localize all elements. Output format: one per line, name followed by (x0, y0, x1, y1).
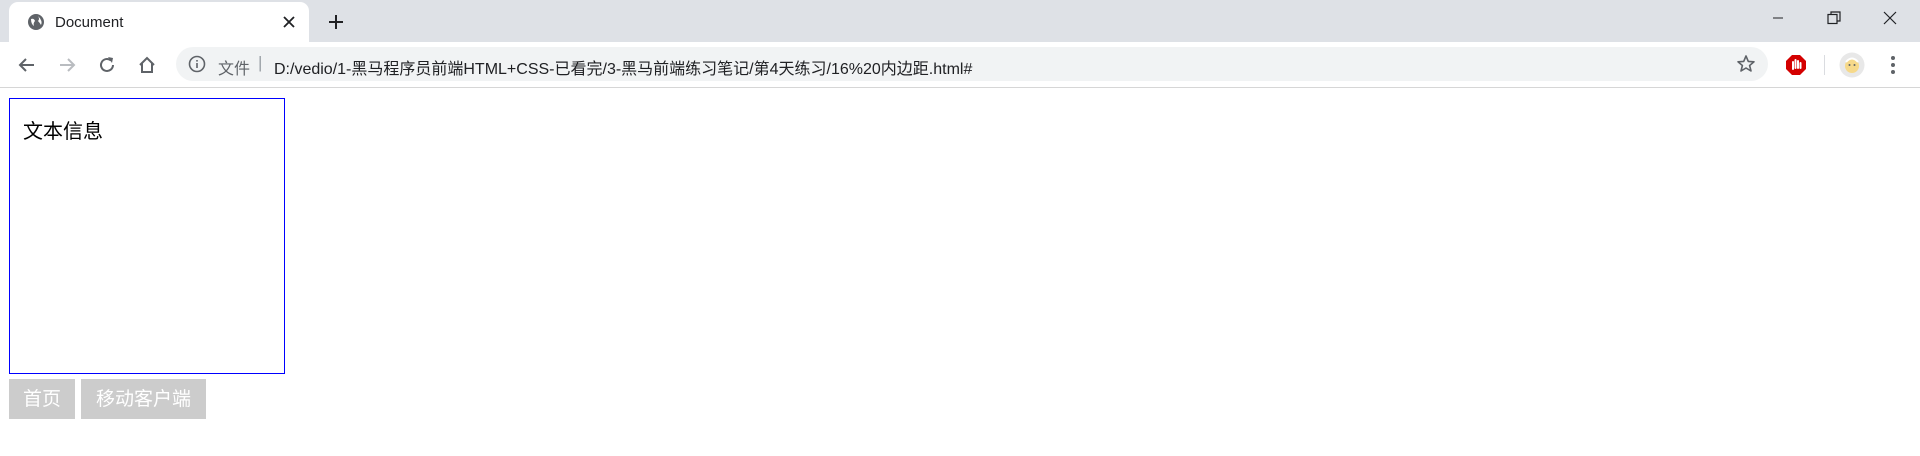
address-bar[interactable]: 文件 | D:/vedio/1-黑马程序员前端HTML+CSS-已看完/3-黑马… (176, 47, 1768, 81)
menu-button[interactable] (1878, 50, 1908, 80)
extension-button[interactable] (1781, 50, 1811, 80)
adblock-hand-icon (1786, 55, 1806, 75)
new-tab-button[interactable] (322, 8, 350, 36)
home-icon (139, 56, 155, 73)
text-box: 文本信息 (9, 98, 285, 374)
browser-toolbar: 文件 | D:/vedio/1-黑马程序员前端HTML+CSS-已看完/3-黑马… (0, 42, 1920, 88)
star-icon (1737, 55, 1755, 72)
minimize-icon (1773, 17, 1783, 19)
nav-link-home[interactable]: 首页 (9, 379, 75, 419)
restore-icon (1827, 11, 1841, 25)
close-icon (283, 16, 295, 28)
scheme-label: 文件 (218, 61, 251, 78)
tab-title: Document (55, 14, 124, 31)
info-icon[interactable] (188, 55, 206, 73)
avatar-icon (1839, 52, 1865, 78)
reload-icon (100, 57, 114, 72)
browser-tab[interactable]: Document (9, 2, 309, 42)
bookmark-button[interactable] (1734, 52, 1758, 76)
close-window-icon (1883, 11, 1897, 25)
reload-button[interactable] (91, 49, 123, 81)
minimize-button[interactable] (1750, 0, 1806, 36)
box-text: 文本信息 (23, 119, 103, 143)
scheme-separator: | (258, 53, 263, 72)
url-text[interactable]: D:/vedio/1-黑马程序员前端HTML+CSS-已看完/3-黑马前端练习笔… (274, 55, 972, 79)
tab-close-button[interactable] (279, 12, 299, 32)
nav-link-mobile-client[interactable]: 移动客户端 (81, 379, 206, 419)
home-button[interactable] (131, 49, 163, 81)
kebab-menu-icon (1891, 56, 1895, 74)
back-arrow-icon (18, 58, 34, 72)
tab-strip: Document (0, 0, 1920, 42)
globe-icon (28, 14, 44, 30)
toolbar-divider (1824, 55, 1825, 75)
close-window-button[interactable] (1862, 0, 1918, 36)
back-button[interactable] (11, 49, 43, 81)
plus-icon (329, 15, 343, 29)
forward-arrow-icon (60, 58, 76, 72)
restore-button[interactable] (1806, 0, 1862, 36)
profile-button[interactable] (1837, 50, 1867, 80)
forward-button[interactable] (51, 49, 83, 81)
